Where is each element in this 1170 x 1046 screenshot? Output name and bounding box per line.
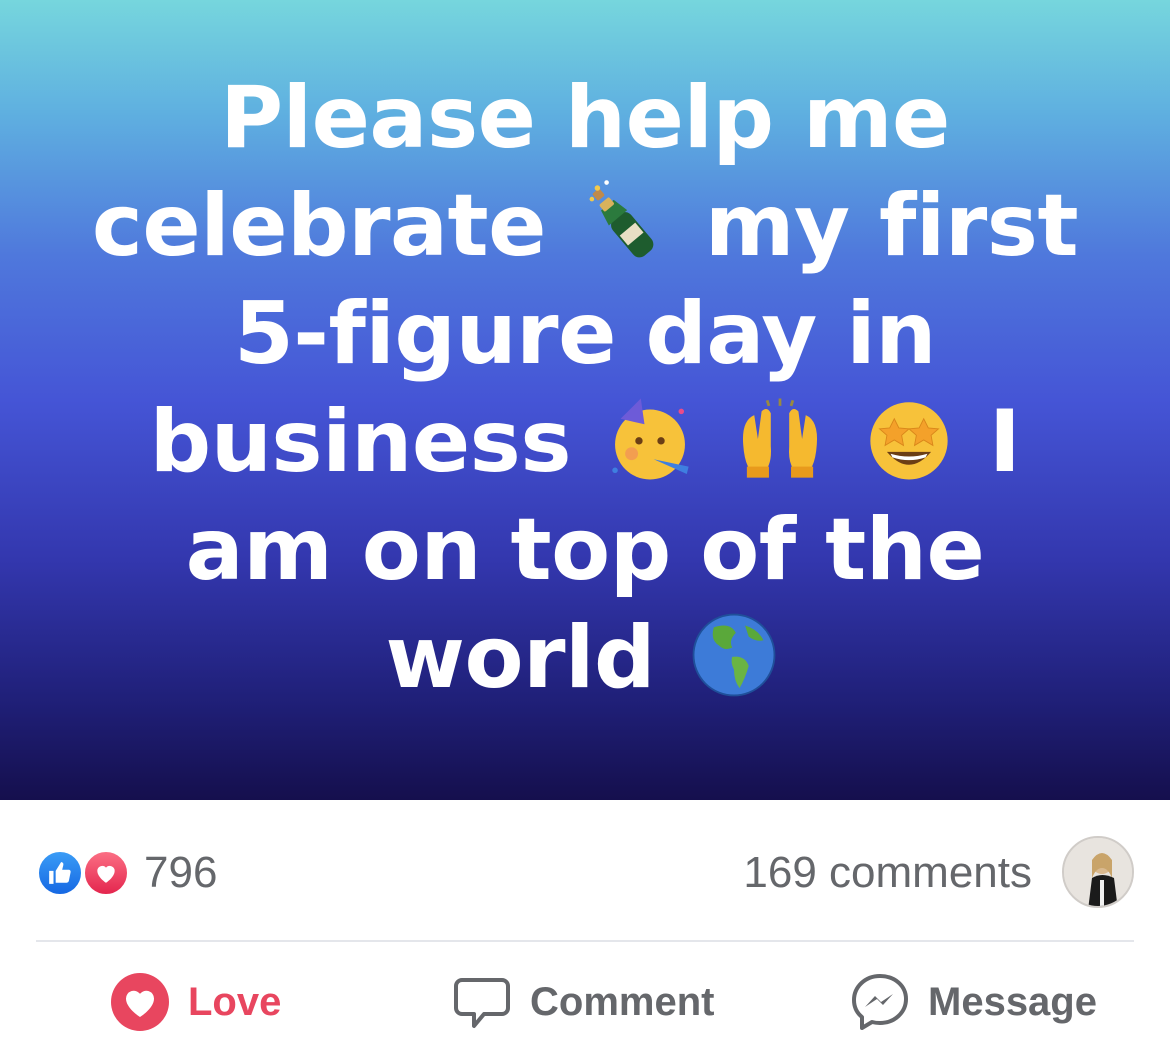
like-icon <box>36 849 84 897</box>
post-text: Please help me celebrate my first 5-figu… <box>80 64 1090 712</box>
divider <box>36 940 1134 942</box>
reaction-icons[interactable] <box>36 849 132 897</box>
love-button[interactable]: Love <box>110 970 281 1034</box>
reaction-count[interactable]: 796 <box>144 848 217 898</box>
comment-label: Comment <box>530 979 715 1024</box>
partying-face-icon <box>612 398 690 479</box>
raising-hands-icon <box>742 398 817 478</box>
love-icon <box>110 972 170 1032</box>
text-post-background: Please help me celebrate my first 5-figu… <box>0 0 1170 800</box>
messenger-icon <box>850 972 910 1032</box>
post-actions: Love Comment Message <box>0 960 1170 1046</box>
avatar[interactable] <box>1062 836 1134 908</box>
post-stats-bar: 796 169 comments <box>36 836 1134 908</box>
love-icon <box>82 849 130 897</box>
bottle-with-popping-cork-icon <box>590 179 654 257</box>
love-label: Love <box>188 979 282 1024</box>
comment-button[interactable]: Comment <box>452 970 714 1034</box>
globe-americas-icon <box>693 613 776 696</box>
comments-count[interactable]: 169 comments <box>743 848 1032 898</box>
message-button[interactable]: Message <box>850 970 1097 1034</box>
comment-icon <box>452 972 512 1032</box>
message-label: Message <box>928 979 1097 1024</box>
star-struck-icon <box>870 401 949 479</box>
